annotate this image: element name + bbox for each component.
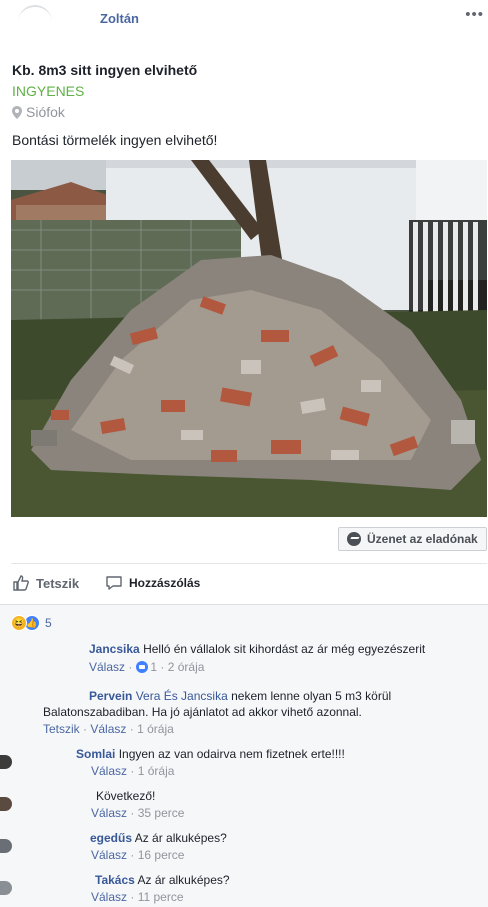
comment-item: Takács Az ár alkuképes? [95,872,475,888]
message-seller-label: Üzenet az eladónak [367,532,478,546]
comments-section: 😆 👍 5 Jancsika Helló én vállalok sit kih… [0,604,488,907]
like-label: Tetszik [36,575,80,591]
comment-meta: Válasz · 1 · 2 órája [89,660,205,674]
avatar[interactable] [0,881,12,895]
comment-time[interactable]: 35 perce [138,806,185,820]
like-icon [13,575,29,591]
comment-mention[interactable]: Vera És Jancsika [136,689,228,703]
location-pin-icon [12,105,22,119]
divider [11,563,487,564]
comment-meta: Válasz · 35 perce [91,806,185,820]
comment-item: Következő! [96,788,476,804]
comment-item: egedűs Az ár alkuképes? [90,830,470,846]
haha-reaction-icon: 😆 [11,615,27,631]
reaction-summary[interactable]: 😆 👍 5 [11,615,52,631]
comment-meta: Válasz · 1 órája [91,764,175,778]
listing-title: Kb. 8m3 sitt ingyen elvihető [12,62,198,78]
comment-time[interactable]: 1 órája [137,722,174,736]
post-header: Zoltán ••• [0,0,488,44]
commenter-name[interactable]: egedűs [90,831,132,845]
listing-price: INGYENES [12,83,85,99]
comment-button[interactable]: Hozzászólás [105,574,200,592]
reaction-count: 5 [45,616,52,630]
comment-meta: Válasz · 16 perce [91,848,185,862]
author-name[interactable]: Zoltán [100,11,139,26]
commenter-name[interactable]: Pervein [89,689,132,703]
comment-item: Jancsika Helló én vállalok sit kihordást… [89,641,479,657]
comment-text: Balatonszabadiban. Ha jó ajánlatot ad ak… [43,705,362,719]
commenter-name[interactable]: Takács [95,873,135,887]
comment-text: Helló én vállalok sit kihordást az ár mé… [143,642,426,656]
comment-time[interactable]: 11 perce [138,890,184,904]
comment-label: Hozzászólás [129,576,201,590]
comment-text-continued: Balatonszabadiban. Ha jó ajánlatot ad ak… [43,704,483,720]
comment-text: Az ár alkuképes? [137,873,230,887]
avatar[interactable] [0,755,12,769]
comment-icon [106,576,122,590]
like-reaction-icon [136,661,149,673]
more-icon[interactable]: ••• [465,6,484,23]
avatar[interactable] [0,797,12,811]
comment-meta: Válasz · 11 perce [91,890,184,904]
reply-link[interactable]: Válasz [89,660,125,674]
comment-text: Ingyen az van odairva nem fizetnek erte!… [118,747,345,761]
reply-link[interactable]: Válasz [90,722,126,736]
like-button[interactable]: Tetszik [12,574,79,592]
comment-time[interactable]: 2 órája [168,660,205,674]
reply-link[interactable]: Válasz [91,806,127,820]
listing-location: Siófok [12,104,65,120]
reply-link[interactable]: Válasz [91,890,127,904]
comment-time[interactable]: 16 perce [138,848,185,862]
listing-photo[interactable] [11,160,487,517]
comment-text: Az ár alkuképes? [134,831,227,845]
messenger-icon [347,532,361,546]
listing-description: Bontási törmelék ingyen elvihető! [12,132,218,148]
comment-text: Következő! [96,789,156,803]
comment-item: Somlai Ingyen az van odairva nem fizetne… [76,746,476,762]
comment-item: Pervein Vera És Jancsika nekem lenne oly… [89,688,479,704]
location-text: Siófok [26,104,65,120]
avatar[interactable] [0,839,12,853]
comment-meta: Tetszik · Válasz · 1 órája [43,722,174,736]
reply-link[interactable]: Válasz [91,764,127,778]
comment-time[interactable]: 1 órája [138,764,175,778]
commenter-name[interactable]: Somlai [76,747,115,761]
comment-like-count: 1 [150,660,158,674]
comment-like-link[interactable]: Tetszik [43,722,80,736]
reply-link[interactable]: Válasz [91,848,127,862]
author-avatar[interactable] [18,5,52,39]
commenter-name[interactable]: Jancsika [89,642,140,656]
comment-text: nekem lenne olyan 5 m3 körül [231,689,392,703]
message-seller-button[interactable]: Üzenet az eladónak [338,527,487,551]
